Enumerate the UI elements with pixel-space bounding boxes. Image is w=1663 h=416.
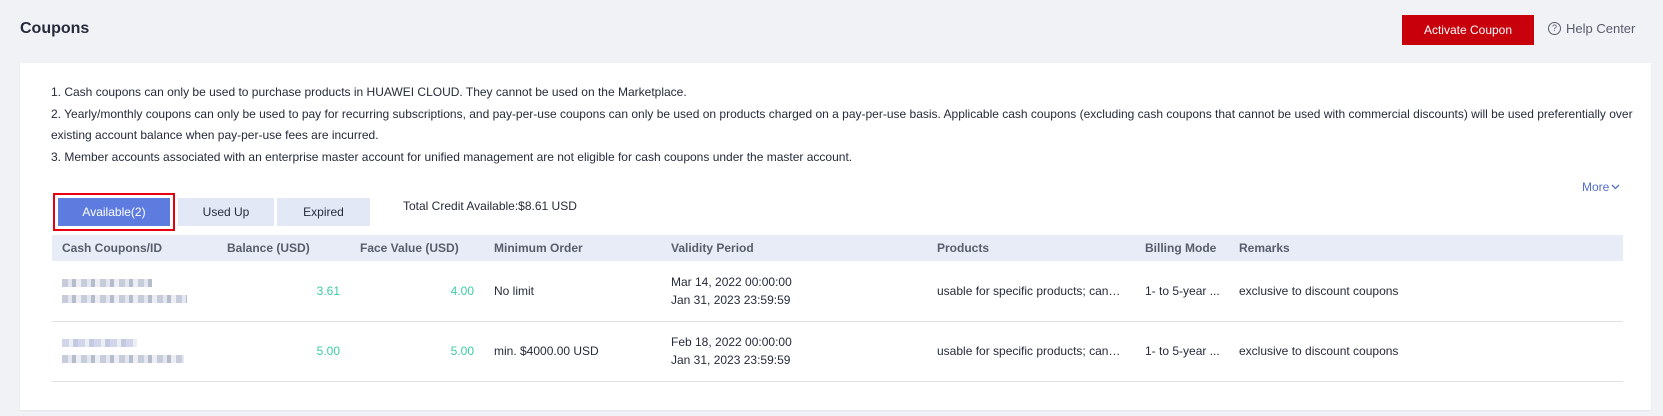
note-1: 1. Cash coupons can only be used to purc… xyxy=(51,85,687,99)
col-header-products: Products xyxy=(927,235,1135,261)
coupon-id-cell xyxy=(52,321,217,382)
balance-cell: 3.61 xyxy=(217,261,350,322)
table-header-row: Cash Coupons/ID Balance (USD) Face Value… xyxy=(52,235,1623,261)
page-title: Coupons xyxy=(20,20,90,37)
total-credit-available: Total Credit Available:$8.61 USD xyxy=(403,199,577,213)
face-value-cell: 5.00 xyxy=(350,321,484,382)
minimum-order-cell: No limit xyxy=(484,261,661,322)
help-center-link[interactable]: ? Help Center xyxy=(1548,21,1635,36)
col-header-billing-mode: Billing Mode xyxy=(1135,235,1229,261)
face-value-cell: 4.00 xyxy=(350,261,484,322)
coupon-notes: 1. Cash coupons can only be used to purc… xyxy=(51,82,1641,168)
products-cell: usable for specific products; canno... xyxy=(927,261,1135,322)
help-center-label: Help Center xyxy=(1566,21,1636,36)
validity-end: Jan 31, 2023 23:59:59 xyxy=(671,292,791,307)
balance-cell: 5.00 xyxy=(217,321,350,382)
products-cell: usable for specific products; canno... xyxy=(927,321,1135,382)
more-label: More xyxy=(1582,180,1610,194)
more-link[interactable]: More xyxy=(1582,180,1620,194)
billing-mode-cell: 1- to 5-year ... xyxy=(1135,261,1229,322)
coupon-id-cell xyxy=(52,261,217,322)
redacted-coupon-id xyxy=(62,278,217,303)
coupons-table: Cash Coupons/ID Balance (USD) Face Value… xyxy=(52,235,1623,382)
validity-period-cell: Feb 18, 2022 00:00:00 Jan 31, 2023 23:59… xyxy=(661,321,927,382)
activate-coupon-button[interactable]: Activate Coupon xyxy=(1402,15,1534,45)
chevron-down-icon xyxy=(1611,184,1620,190)
tab-available[interactable]: Available(2) xyxy=(58,198,170,226)
note-2: 2. Yearly/monthly coupons can only be us… xyxy=(51,106,1633,143)
table-row: 3.61 4.00 No limit Mar 14, 2022 00:00:00… xyxy=(52,261,1623,322)
coupon-status-tabs: Available(2) Used Up Expired xyxy=(53,193,373,231)
validity-start: Mar 14, 2022 00:00:00 xyxy=(671,274,792,289)
col-header-balance: Balance (USD) xyxy=(217,235,350,261)
validity-start: Feb 18, 2022 00:00:00 xyxy=(671,335,792,349)
minimum-order-cell: min. $4000.00 USD xyxy=(484,321,661,382)
remarks-cell: exclusive to discount coupons xyxy=(1229,321,1623,382)
coupons-card: 1. Cash coupons can only be used to purc… xyxy=(20,63,1651,410)
note-3: 3. Member accounts associated with an en… xyxy=(51,149,853,164)
validity-period-cell: Mar 14, 2022 00:00:00 Jan 31, 2023 23:59… xyxy=(661,261,927,322)
tab-expired[interactable]: Expired xyxy=(277,198,370,226)
question-circle-icon: ? xyxy=(1548,22,1561,35)
remarks-cell: exclusive to discount coupons xyxy=(1229,261,1623,322)
validity-end: Jan 31, 2023 23:59:59 xyxy=(671,353,791,367)
table-row: 5.00 5.00 min. $4000.00 USD Feb 18, 2022… xyxy=(52,321,1623,382)
col-header-coupon-id: Cash Coupons/ID xyxy=(52,235,217,261)
active-tab-highlight: Available(2) xyxy=(53,193,175,231)
col-header-remarks: Remarks xyxy=(1229,235,1623,261)
billing-mode-cell: 1- to 5-year ... xyxy=(1135,321,1229,382)
tab-used-up[interactable]: Used Up xyxy=(178,198,274,226)
col-header-face-value: Face Value (USD) xyxy=(350,235,484,261)
col-header-minimum-order: Minimum Order xyxy=(484,235,661,261)
col-header-validity-period: Validity Period xyxy=(661,235,927,261)
redacted-coupon-id xyxy=(62,339,217,363)
